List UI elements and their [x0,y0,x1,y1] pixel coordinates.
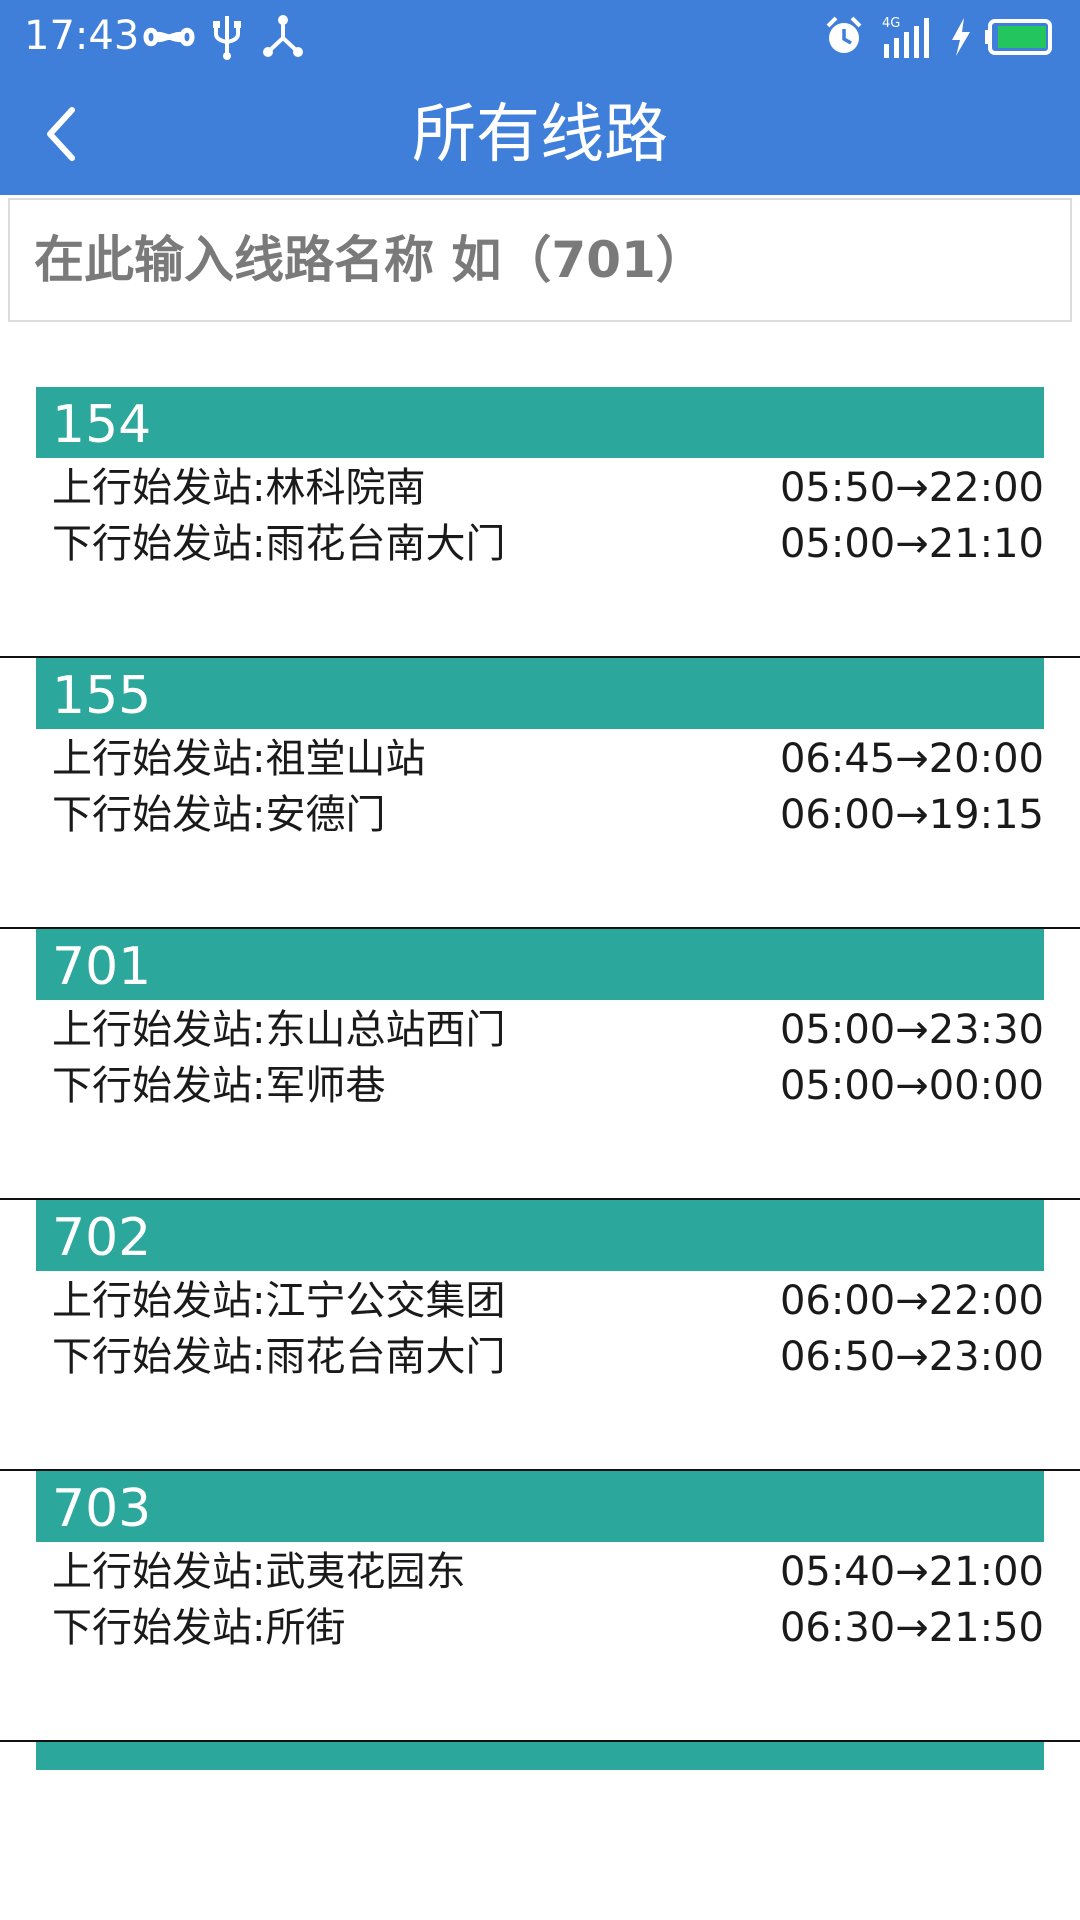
top-bar: 17:43 4G 所有线路 [0,0,1080,195]
up-start-station: 上行始发站:东山总站西门 [52,1007,506,1053]
up-direction-row: 上行始发站:东山总站西门 05:00→23:30 [52,1003,1044,1057]
up-direction-row: 上行始发站:林科院南 05:50→22:00 [52,461,1044,515]
down-service-hours: 06:50→23:00 [779,1334,1044,1380]
status-bar: 17:43 4G [0,0,1080,75]
down-service-hours: 06:00→19:15 [779,792,1044,838]
down-service-hours: 05:00→00:00 [779,1063,1044,1109]
route-list[interactable]: 154 上行始发站:林科院南 05:50→22:00 下行始发站:雨花台南大门 … [0,387,1080,1770]
up-service-hours: 05:40→21:00 [779,1549,1044,1595]
charging-icon [952,18,970,56]
down-start-station: 下行始发站:雨花台南大门 [52,1334,506,1380]
route-number: 701 [52,937,152,997]
down-service-hours: 06:30→21:50 [779,1605,1044,1651]
page-title: 所有线路 [412,98,668,172]
route-header: 155 [36,658,1044,729]
route-number: 703 [52,1479,152,1539]
search-box[interactable] [8,198,1072,322]
network-type-label: 4G [882,16,900,31]
usb-icon [213,16,241,60]
signal-4g-icon: 4G [882,16,929,58]
up-service-hours: 05:00→23:30 [779,1007,1044,1053]
down-direction-row: 下行始发站:雨花台南大门 05:00→21:10 [52,517,1044,571]
down-direction-row: 下行始发站:军师巷 05:00→00:00 [52,1059,1044,1113]
down-start-station: 下行始发站:雨花台南大门 [52,521,506,567]
route-item-partial[interactable] [0,1742,1080,1770]
down-service-hours: 05:00→21:10 [779,521,1044,567]
route-item[interactable]: 703 上行始发站:武夷花园东 05:40→21:00 下行始发站:所街 06:… [0,1471,1080,1742]
up-start-station: 上行始发站:江宁公交集团 [52,1278,506,1324]
route-header: 703 [36,1471,1044,1542]
down-start-station: 下行始发站:军师巷 [52,1063,386,1109]
share-icon [263,15,303,57]
up-direction-row: 上行始发站:祖堂山站 06:45→20:00 [52,732,1044,786]
up-service-hours: 06:00→22:00 [779,1278,1044,1324]
route-header: 701 [36,929,1044,1000]
down-start-station: 下行始发站:所街 [52,1605,346,1651]
up-start-station: 上行始发站:林科院南 [52,465,426,511]
route-item[interactable]: 155 上行始发站:祖堂山站 06:45→20:00 下行始发站:安德门 06:… [0,658,1080,929]
up-start-station: 上行始发站:祖堂山站 [52,736,426,782]
down-start-station: 下行始发站:安德门 [52,792,386,838]
up-service-hours: 06:45→20:00 [779,736,1044,782]
route-header: 702 [36,1200,1044,1271]
up-start-station: 上行始发站:武夷花园东 [52,1549,466,1595]
status-time: 17:43 [24,13,140,59]
infinity-icon [143,27,195,47]
route-item[interactable]: 701 上行始发站:东山总站西门 05:00→23:30 下行始发站:军师巷 0… [0,929,1080,1200]
up-direction-row: 上行始发站:武夷花园东 05:40→21:00 [52,1545,1044,1599]
route-item[interactable]: 702 上行始发站:江宁公交集团 06:00→22:00 下行始发站:雨花台南大… [0,1200,1080,1471]
alarm-icon [826,16,862,53]
route-header [36,1742,1044,1770]
route-number: 702 [52,1208,152,1268]
down-direction-row: 下行始发站:安德门 06:00→19:15 [52,788,1044,842]
route-item[interactable]: 154 上行始发站:林科院南 05:50→22:00 下行始发站:雨花台南大门 … [0,387,1080,658]
up-service-hours: 05:50→22:00 [779,465,1044,511]
route-header: 154 [36,387,1044,458]
route-number: 154 [52,395,152,455]
search-input[interactable] [10,200,1070,320]
battery-icon [985,19,1052,55]
down-direction-row: 下行始发站:所街 06:30→21:50 [52,1601,1044,1655]
down-direction-row: 下行始发站:雨花台南大门 06:50→23:00 [52,1330,1044,1384]
route-number: 155 [52,666,152,726]
up-direction-row: 上行始发站:江宁公交集团 06:00→22:00 [52,1274,1044,1328]
